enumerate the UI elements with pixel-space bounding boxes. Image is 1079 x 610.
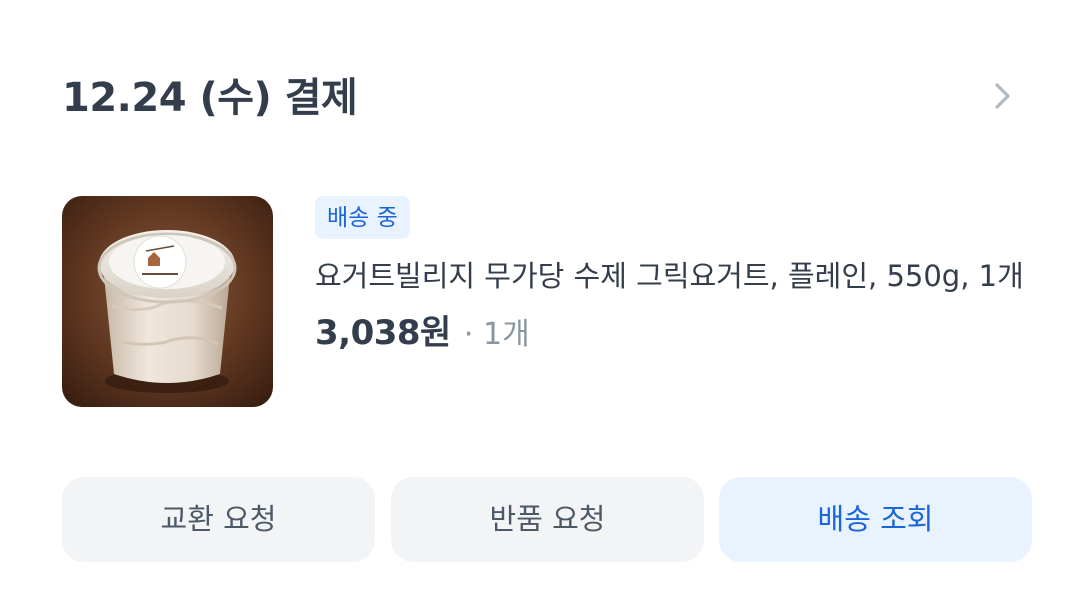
product-thumbnail[interactable] — [62, 196, 273, 407]
order-card: { "order": { "date_label": "12.24 (수) 결제… — [0, 0, 1079, 610]
return-request-button[interactable]: 반품 요청 — [391, 477, 704, 562]
order-date-title: 12.24 (수) 결제 — [62, 75, 358, 121]
exchange-request-button[interactable]: 교환 요청 — [62, 477, 375, 562]
product-price: 3,038원 — [315, 313, 451, 353]
product-info: 배송 중 요거트빌리지 무가당 수제 그릭요거트, 플레인, 550g, 1개 … — [315, 196, 1035, 361]
order-header[interactable]: 12.24 (수) 결제 — [62, 68, 1022, 128]
product-name[interactable]: 요거트빌리지 무가당 수제 그릭요거트, 플레인, 550g, 1개 — [315, 253, 1035, 299]
product-item[interactable]: 배송 중 요거트빌리지 무가당 수제 그릭요거트, 플레인, 550g, 1개 … — [62, 196, 1037, 426]
chevron-right-icon[interactable] — [982, 76, 1022, 116]
track-delivery-button[interactable]: 배송 조회 — [719, 477, 1032, 562]
product-quantity: · 1개 — [463, 317, 530, 352]
order-actions: 교환 요청 반품 요청 배송 조회 — [62, 477, 1034, 563]
delivery-status-badge: 배송 중 — [315, 196, 410, 239]
price-row: 3,038원 · 1개 — [315, 311, 1035, 361]
